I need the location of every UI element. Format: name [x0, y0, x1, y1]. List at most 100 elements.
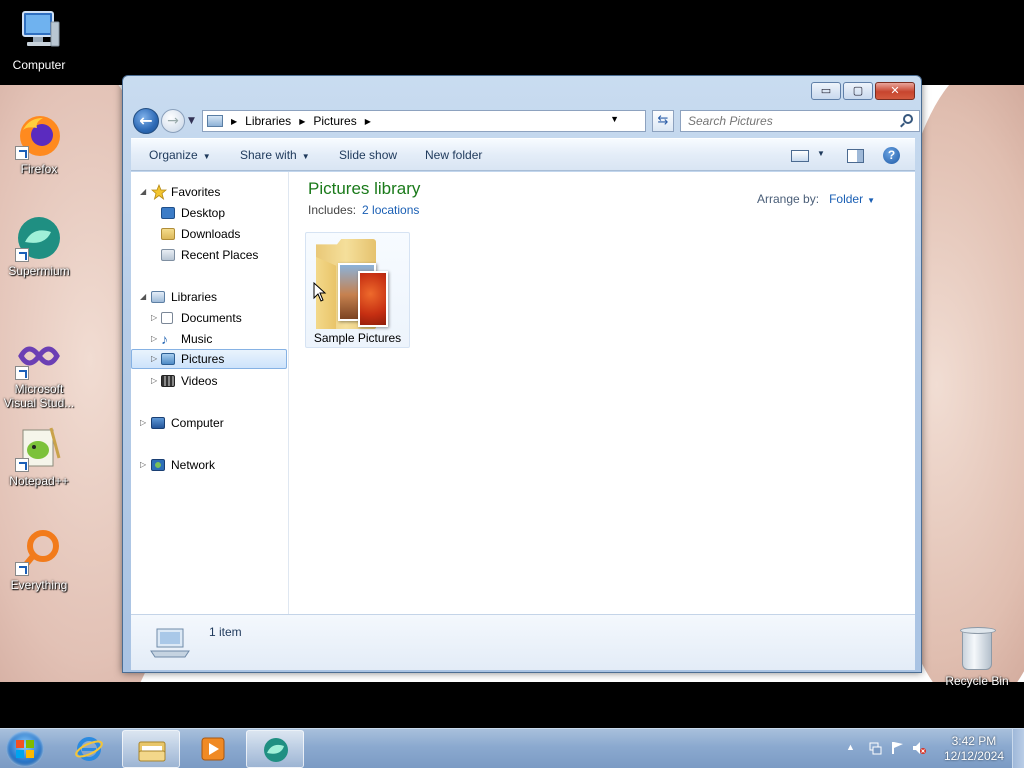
close-icon: ✕ — [890, 84, 900, 97]
nav-label: Recent Places — [181, 248, 259, 262]
explorer-window[interactable]: ▭ ▢ ✕ ← → ▼ ▶ Libraries ▶ Pictures ▶ ▼ ⇆… — [122, 75, 922, 673]
view-options-dropdown-icon[interactable]: ▼ — [817, 149, 825, 169]
nav-item-favorites[interactable]: ◢ Favorites — [131, 182, 287, 202]
expand-arrow-icon[interactable]: ▷ — [140, 455, 146, 475]
flag-green — [26, 740, 34, 748]
expand-arrow-icon[interactable]: ▷ — [140, 413, 146, 433]
documents-icon — [161, 312, 173, 324]
arrange-by-dropdown[interactable]: Folder — [829, 192, 863, 206]
desktop-icon-notepadpp[interactable]: Notepad++ — [0, 424, 78, 488]
slide-show-button[interactable]: Slide show — [339, 148, 397, 162]
folder-name: Sample Pictures — [313, 331, 402, 345]
show-hidden-icons-icon[interactable]: ▲ — [846, 742, 855, 752]
refresh-icon: ⇆ — [657, 113, 669, 128]
taskbar-windows-explorer[interactable] — [122, 730, 180, 768]
breadcrumb-separator-icon[interactable]: ▶ — [299, 117, 305, 126]
clock-time: 3:42 PM — [951, 734, 997, 748]
recent-pages-dropdown[interactable]: ▼ — [188, 116, 198, 126]
desktop-icon-label: Supermium — [8, 264, 70, 278]
organize-button[interactable]: Organize ▼ — [149, 148, 211, 162]
videos-film-icon — [161, 375, 175, 387]
taskbar-supermium[interactable] — [246, 730, 304, 768]
locations-link[interactable]: 2 locations — [362, 203, 419, 217]
desktop-icon-label: Firefox — [20, 162, 58, 176]
firefox-icon — [15, 112, 63, 160]
forward-arrow-icon: → — [167, 113, 179, 129]
nav-item-computer[interactable]: ▷ Computer — [131, 413, 287, 433]
volume-muted-icon[interactable] — [912, 741, 926, 755]
preview-pane-icon[interactable] — [847, 149, 864, 163]
libraries-icon — [151, 291, 165, 303]
search-input[interactable] — [681, 111, 891, 131]
change-view-icon[interactable] — [791, 150, 809, 162]
close-button[interactable]: ✕ — [875, 82, 915, 100]
share-with-button[interactable]: Share with ▼ — [240, 148, 310, 162]
desktop-icon-visual-studio[interactable]: Microsoft Visual Stud... — [0, 332, 78, 410]
folder-photo-red — [358, 271, 388, 327]
breadcrumb-separator-icon[interactable]: ▶ — [231, 117, 237, 126]
breadcrumb-pictures[interactable]: Pictures — [313, 114, 356, 128]
refresh-button[interactable]: ⇆ — [652, 110, 674, 132]
desktop-icon-recycle-bin[interactable]: Recycle Bin — [942, 627, 1012, 688]
nav-item-network[interactable]: ▷ Network — [131, 455, 287, 475]
desktop-icon-label: Microsoft Visual Stud... — [3, 382, 75, 410]
nav-item-desktop[interactable]: Desktop — [131, 203, 287, 223]
taskbar-internet-explorer[interactable] — [60, 730, 118, 768]
recent-places-icon — [161, 249, 175, 261]
desktop-icon-everything[interactable]: Everything — [0, 528, 78, 592]
file-list-pane[interactable]: Pictures library Includes: 2 locations Ar… — [291, 172, 915, 614]
address-bar[interactable]: ▶ Libraries ▶ Pictures ▶ ▼ — [202, 110, 646, 132]
help-icon[interactable]: ? — [883, 147, 900, 164]
search-icon[interactable] — [903, 114, 913, 124]
network-status-icon[interactable] — [890, 741, 904, 755]
forward-button[interactable]: → — [161, 109, 185, 133]
nav-label: Documents — [181, 311, 242, 325]
show-desktop-button[interactable] — [1012, 729, 1024, 768]
shortcut-arrow-icon — [15, 366, 29, 380]
arrange-by-label: Arrange by: — [757, 192, 820, 206]
start-button[interactable] — [6, 731, 44, 767]
library-title: Pictures library — [308, 179, 421, 198]
new-folder-button[interactable]: New folder — [425, 148, 482, 162]
nav-item-recent-places[interactable]: Recent Places — [131, 245, 287, 265]
clock[interactable]: 3:42 PM 12/12/2024 — [944, 734, 1004, 764]
navigation-pane[interactable]: ◢ Favorites Desktop Downloads Recent Pla… — [131, 172, 289, 614]
desktop-icon-supermium[interactable]: Supermium — [0, 214, 78, 278]
taskbar-media-player[interactable] — [184, 730, 242, 768]
collapse-arrow-icon[interactable]: ◢ — [140, 287, 146, 307]
expand-arrow-icon[interactable]: ▷ — [151, 349, 157, 369]
supermium-icon — [15, 214, 63, 262]
desktop-icon-label: Notepad++ — [9, 474, 69, 488]
nav-item-downloads[interactable]: Downloads — [131, 224, 287, 244]
nav-label: Computer — [171, 416, 224, 430]
nav-item-pictures[interactable]: ▷ Pictures — [131, 349, 287, 369]
desktop-icon-computer[interactable]: Computer — [0, 8, 78, 72]
taskbar: ▲ 3:42 PM 12/12/2024 — [0, 728, 1024, 768]
address-dropdown-icon[interactable]: ▼ — [610, 114, 619, 124]
search-box[interactable] — [680, 110, 920, 132]
breadcrumb-libraries[interactable]: Libraries — [245, 114, 291, 128]
minimize-button[interactable]: ▭ — [811, 82, 841, 100]
address-row: ← → ▼ ▶ Libraries ▶ Pictures ▶ ▼ ⇆ — [131, 108, 920, 134]
nav-item-documents[interactable]: ▷ Documents — [131, 308, 287, 328]
nav-item-music[interactable]: ▷ ♪ Music — [131, 329, 287, 349]
nav-item-videos[interactable]: ▷ Videos — [131, 371, 287, 391]
expand-arrow-icon[interactable]: ▷ — [151, 308, 157, 328]
maximize-button[interactable]: ▢ — [843, 82, 873, 100]
collapse-arrow-icon[interactable]: ◢ — [140, 182, 146, 202]
desktop-icon-firefox[interactable]: Firefox — [0, 112, 78, 176]
chevron-down-icon: ▼ — [301, 152, 310, 161]
expand-arrow-icon[interactable]: ▷ — [151, 329, 157, 349]
breadcrumb-separator-icon[interactable]: ▶ — [365, 117, 371, 126]
arrange-by: Arrange by: Folder ▼ — [757, 192, 875, 206]
new-folder-label: New folder — [425, 148, 483, 162]
back-button[interactable]: ← — [133, 108, 159, 134]
action-center-icon[interactable] — [868, 741, 882, 755]
chevron-down-icon[interactable]: ▼ — [867, 196, 875, 205]
nav-item-libraries[interactable]: ◢ Libraries — [131, 287, 287, 307]
chevron-down-icon: ▼ — [202, 152, 211, 161]
library-includes: Includes: 2 locations — [308, 203, 419, 217]
expand-arrow-icon[interactable]: ▷ — [151, 371, 157, 391]
back-arrow-icon: ← — [139, 111, 153, 130]
flag-yellow — [26, 750, 34, 758]
